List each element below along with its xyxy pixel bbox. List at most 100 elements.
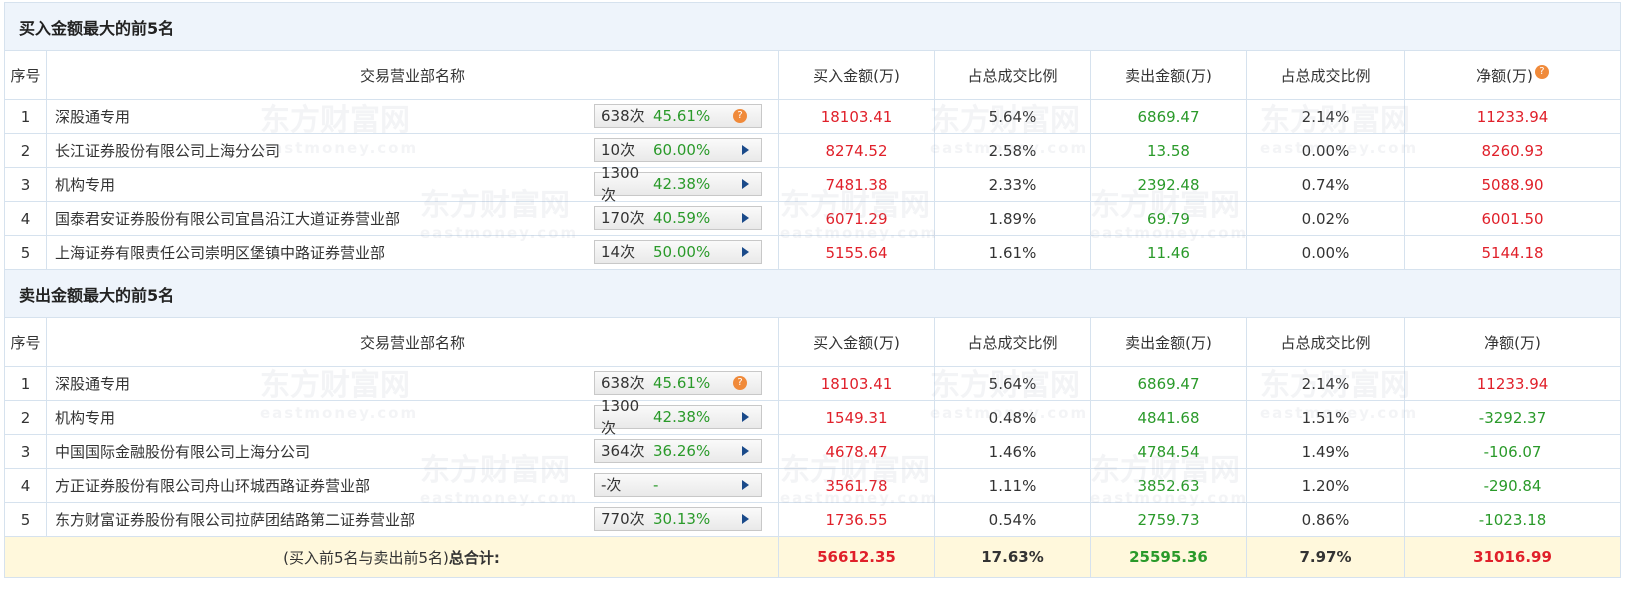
sell-amount: 4841.68 [1090, 400, 1247, 435]
broker-name-cell: 东方财富证券股份有限公司拉萨团结路第二证券营业部 770次 30.13% [46, 502, 779, 537]
net-amount: -1023.18 [1403, 502, 1622, 537]
trade-stats-button[interactable]: 14次 50.00% [594, 240, 762, 264]
broker-name-cell: 机构专用 1300次 42.38% [46, 397, 779, 437]
help-icon[interactable]: ? [733, 109, 747, 123]
sell-amount: 2759.73 [1090, 502, 1247, 537]
table-row: 4 方正证券股份有限公司舟山环城西路证券营业部 -次 - 3561.78 1.11% 385… [4, 468, 1622, 503]
buy-ratio: 1.61% [934, 235, 1091, 270]
broker-name[interactable]: 中国国际金融股份有限公司上海分公司 [55, 443, 310, 461]
trade-stats-button[interactable]: 10次 60.00% [594, 138, 762, 162]
trade-stats-button[interactable]: 770次 30.13% [594, 507, 762, 531]
broker-name-cell: 方正证券股份有限公司舟山环城西路证券营业部 -次 - [46, 468, 779, 503]
row-index: 3 [4, 167, 47, 202]
sell-ratio: 1.51% [1246, 400, 1405, 435]
trade-count: 638次 [601, 107, 645, 125]
table-row: 4 国泰君安证券股份有限公司宜昌沿江大道证券营业部 170次 40.59% 6071.2… [4, 201, 1622, 236]
play-arrow-icon[interactable] [742, 179, 749, 189]
help-icon[interactable]: ? [733, 376, 747, 390]
sell-amount: 11.46 [1090, 235, 1247, 270]
play-arrow-icon[interactable] [742, 213, 749, 223]
col-header-sell-ratio: 占总成交比例 [1246, 50, 1405, 100]
row-index: 1 [4, 99, 47, 134]
broker-name[interactable]: 国泰君安证券股份有限公司宜昌沿江大道证券营业部 [55, 210, 400, 228]
buy-amount: 18103.41 [778, 99, 935, 134]
total-sell-ratio: 7.97% [1246, 536, 1405, 578]
table-row: 5 东方财富证券股份有限公司拉萨团结路第二证券营业部 770次 30.13% 1736.… [4, 502, 1622, 537]
total-row: (买入前5名与卖出前5名)总合计: 56612.35 17.63% 25595.… [4, 536, 1622, 578]
sell-ratio: 1.49% [1246, 434, 1405, 469]
table-row: 2 机构专用 1300次 42.38% 1549.31 0.48% 4841.68 1.51%… [4, 397, 1622, 437]
sell-section: 卖出金额最大的前5名 序号 交易营业部名称 买入金额(万) 占总成交比例 卖出金… [3, 269, 1622, 537]
trade-count: 364次 [601, 442, 645, 460]
broker-name[interactable]: 深股通专用 [55, 108, 130, 126]
net-amount: 8260.93 [1403, 133, 1622, 168]
col-header-idx: 序号 [4, 317, 47, 367]
total-label-prefix: (买入前5名与卖出前5名) [283, 548, 449, 567]
col-header-buy-ratio: 占总成交比例 [934, 50, 1091, 100]
col-header-name: 交易营业部名称 [46, 317, 779, 367]
broker-name-cell: 深股通专用 638次 45.61%? [46, 99, 779, 134]
col-header-buy-ratio: 占总成交比例 [934, 317, 1091, 367]
trade-stats-button[interactable]: 364次 36.26% [594, 439, 762, 463]
play-arrow-icon[interactable] [742, 247, 749, 257]
buy-ratio: 2.58% [934, 133, 1091, 168]
row-index: 2 [4, 133, 47, 168]
total-label: (买入前5名与卖出前5名)总合计: [4, 536, 779, 578]
col-header-net: 净额(万)? [1403, 50, 1622, 100]
buy-ratio: 0.48% [934, 400, 1091, 435]
total-net: 31016.99 [1403, 536, 1622, 578]
trade-count: 170次 [601, 209, 645, 227]
broker-name-cell: 上海证券有限责任公司崇明区堡镇中路证券营业部 14次 50.00% [46, 235, 779, 270]
sell-ratio: 1.20% [1246, 468, 1405, 503]
play-arrow-icon[interactable] [742, 145, 749, 155]
trade-stats-button[interactable]: -次 - [594, 473, 762, 497]
row-index: 4 [4, 468, 47, 503]
net-amount: 5144.18 [1403, 235, 1622, 270]
play-arrow-icon[interactable] [742, 480, 749, 490]
trade-count: 14次 [601, 243, 636, 261]
broker-name[interactable]: 上海证券有限责任公司崇明区堡镇中路证券营业部 [55, 244, 385, 262]
lhb-container: 买入金额最大的前5名 序号 交易营业部名称 买入金额(万) 占总成交比例 卖出金… [3, 2, 1622, 578]
help-icon[interactable]: ? [1534, 64, 1549, 79]
col-header-name: 交易营业部名称 [46, 50, 779, 100]
total-sell: 25595.36 [1090, 536, 1247, 578]
broker-name[interactable]: 长江证券股份有限公司上海分公司 [55, 142, 280, 160]
buy-amount: 1549.31 [778, 400, 935, 435]
play-arrow-icon[interactable] [742, 514, 749, 524]
broker-name[interactable]: 方正证券股份有限公司舟山环城西路证券营业部 [55, 477, 370, 495]
play-arrow-icon[interactable] [742, 412, 749, 422]
col-header-buy: 买入金额(万) [778, 317, 935, 367]
broker-name[interactable]: 东方财富证券股份有限公司拉萨团结路第二证券营业部 [55, 511, 415, 529]
total-buy-ratio: 17.63% [934, 536, 1091, 578]
broker-name[interactable]: 机构专用 [55, 409, 115, 427]
sell-ratio: 2.14% [1246, 99, 1405, 134]
row-index: 5 [4, 502, 47, 537]
win-rate: 40.59% [653, 209, 711, 227]
trade-stats-button[interactable]: 1300次 42.38% [594, 397, 762, 437]
total-label-bold: 总合计: [448, 548, 500, 567]
buy-amount: 7481.38 [778, 167, 935, 202]
trade-stats-button[interactable]: 1300次 42.38% [594, 164, 762, 204]
broker-name[interactable]: 机构专用 [55, 176, 115, 194]
table-row: 3 中国国际金融股份有限公司上海分公司 364次 36.26% 4678.47 1.46%… [4, 434, 1622, 469]
broker-name-cell: 机构专用 1300次 42.38% [46, 164, 779, 204]
net-amount: -3292.37 [1403, 400, 1622, 435]
sell-ratio: 0.02% [1246, 201, 1405, 236]
play-arrow-icon[interactable] [742, 446, 749, 456]
col-header-net: 净额(万) [1403, 317, 1622, 367]
trade-stats-button[interactable]: 170次 40.59% [594, 206, 762, 230]
table-row: 2 长江证券股份有限公司上海分公司 10次 60.00% 8274.52 2.58% 13.… [4, 133, 1622, 168]
trade-count: 770次 [601, 510, 645, 528]
trade-stats-button[interactable]: 638次 45.61%? [594, 371, 762, 395]
trade-count: 1300次 [601, 164, 640, 204]
buy-ratio: 0.54% [934, 502, 1091, 537]
win-rate: 36.26% [653, 442, 711, 460]
win-rate: 30.13% [653, 510, 711, 528]
broker-name[interactable]: 深股通专用 [55, 375, 130, 393]
trade-stats-button[interactable]: 638次 45.61%? [594, 104, 762, 128]
sell-ratio: 0.00% [1246, 133, 1405, 168]
sell-amount: 13.58 [1090, 133, 1247, 168]
sell-amount: 6869.47 [1090, 366, 1247, 401]
net-amount: 11233.94 [1403, 99, 1622, 134]
net-amount: 5088.90 [1403, 167, 1622, 202]
